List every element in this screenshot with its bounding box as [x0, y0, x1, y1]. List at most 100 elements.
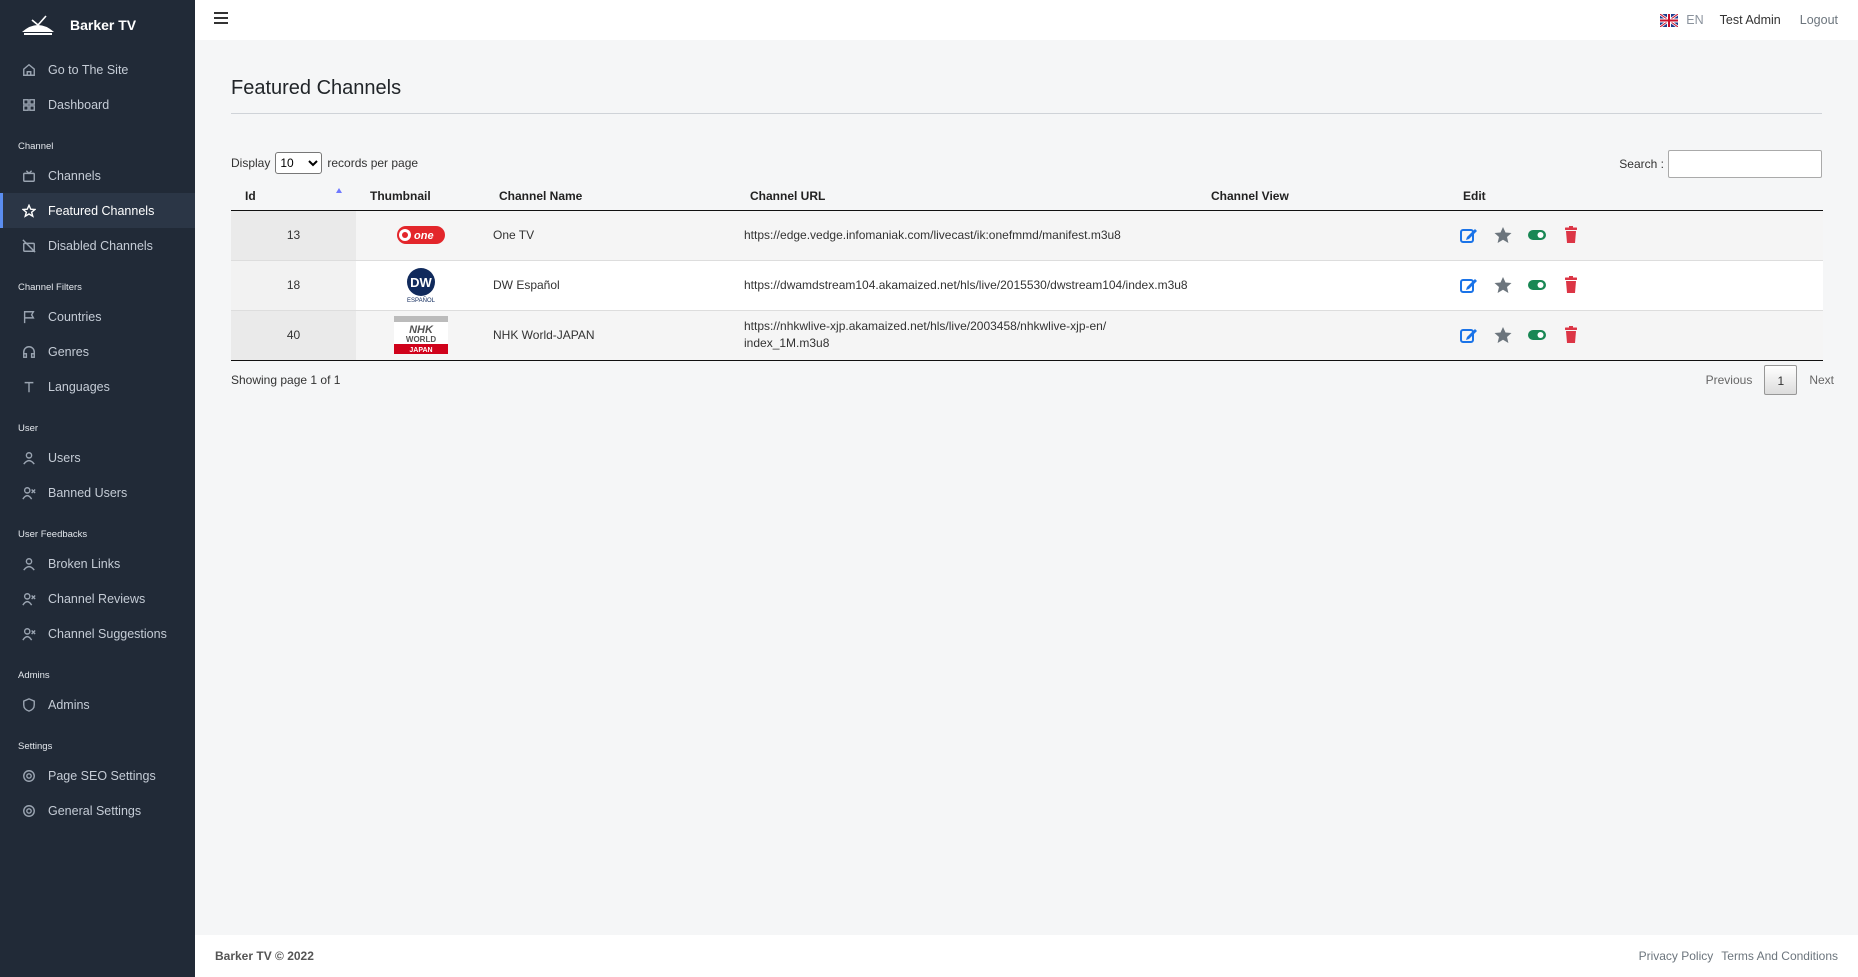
sidebar-item-label: Disabled Channels: [48, 238, 153, 253]
barker-tv-logo-icon: [22, 15, 54, 35]
cell-channel-name: NHK World-JAPAN: [485, 310, 736, 361]
column-header-channel-url[interactable]: Channel URL: [736, 182, 1197, 211]
column-header-edit[interactable]: Edit: [1449, 182, 1823, 211]
sidebar-item-users[interactable]: Users: [0, 440, 195, 475]
trash-icon[interactable]: [1561, 226, 1581, 244]
edit-icon[interactable]: [1459, 276, 1479, 294]
sidebar-item-banned-users[interactable]: Banned Users: [0, 475, 195, 510]
column-header-thumbnail[interactable]: Thumbnail: [356, 182, 485, 211]
dw-logo-subtext: ESPAÑOL: [407, 297, 436, 304]
cell-edit: [1449, 210, 1823, 261]
search-box: Search :: [1619, 150, 1822, 178]
sidebar-item-label: Broken Links: [48, 556, 121, 571]
privacy-policy-link[interactable]: Privacy Policy: [1639, 949, 1714, 963]
sidebar-item-label: Channels: [48, 168, 101, 183]
edit-icon[interactable]: [1459, 226, 1479, 244]
sidebar-item-admins[interactable]: Admins: [0, 687, 195, 722]
brand-name: Barker TV: [70, 17, 137, 33]
sidebar-item-countries[interactable]: Countries: [0, 299, 195, 334]
sidebar-item-genres[interactable]: Genres: [0, 334, 195, 369]
sidebar-item-channel-reviews[interactable]: Channel Reviews: [0, 581, 195, 616]
page-size-select[interactable]: 102550100: [275, 152, 323, 174]
edit-icon[interactable]: [1459, 326, 1479, 344]
cell-thumbnail: one: [356, 210, 485, 261]
sidebar-section-title: Settings: [18, 741, 53, 752]
toggle-on-icon[interactable]: [1527, 276, 1547, 294]
uk-flag-icon[interactable]: [1660, 13, 1679, 27]
sidebar-item-dashboard[interactable]: Dashboard: [0, 87, 195, 122]
headphones-icon: [23, 345, 35, 358]
table-row: 40 NHK WORLD JAPAN NHK World-JAPAN https…: [231, 310, 1823, 361]
cell-channel-view: [1197, 260, 1449, 311]
trash-icon[interactable]: [1561, 276, 1581, 294]
search-input[interactable]: [1668, 150, 1822, 178]
user-x-icon: [22, 592, 36, 606]
sidebar-item-label: Admins: [48, 697, 90, 712]
topbar-right: EN Test Admin Logout: [1660, 0, 1838, 40]
sidebar-item-general-settings[interactable]: General Settings: [0, 793, 195, 828]
user-icon: [23, 451, 35, 465]
trash-icon[interactable]: [1561, 326, 1581, 344]
cell-channel-view: [1197, 310, 1449, 361]
previous-page-button[interactable]: Previous: [1694, 365, 1765, 395]
sidebar-section-title: Channel Filters: [18, 282, 82, 293]
one-tv-logo-icon: one: [396, 226, 445, 244]
sidebar-item-label: Languages: [48, 379, 110, 394]
sidebar-item-page-seo-settings[interactable]: Page SEO Settings: [0, 758, 195, 793]
sidebar-item-channel-suggestions[interactable]: Channel Suggestions: [0, 616, 195, 651]
sidebar-item-go-to-site[interactable]: Go to The Site: [0, 52, 195, 87]
sidebar-section-title: Admins: [18, 670, 50, 681]
sidebar-item-channels[interactable]: Channels: [0, 158, 195, 193]
star-icon[interactable]: [1493, 276, 1513, 294]
main-content: Featured Channels Display 102550100 reco…: [195, 40, 1858, 935]
user-x-icon: [22, 627, 36, 641]
one-tv-logo-text: one: [414, 230, 434, 242]
nhk-world-logo-icon: NHK WORLD JAPAN: [393, 316, 448, 354]
sidebar-item-label: Dashboard: [48, 97, 110, 112]
star-icon[interactable]: [1493, 226, 1513, 244]
page-1-button[interactable]: 1: [1764, 365, 1798, 395]
toggle-on-icon[interactable]: [1527, 326, 1547, 344]
cell-id: 40: [231, 310, 356, 361]
table-row: 13 one One TV https://edge.vedge.infoman…: [231, 210, 1823, 261]
sidebar-item-broken-links[interactable]: Broken Links: [0, 546, 195, 581]
sidebar-item-label: Channel Suggestions: [48, 626, 167, 641]
cell-id: 18: [231, 260, 356, 311]
dw-logo-icon: DW ESPAÑOL: [406, 268, 436, 304]
cell-channel-url: https://nhkwlive-xjp.akamaized.net/hls/l…: [736, 310, 1197, 361]
footer-links: Privacy Policy Terms And Conditions: [1639, 949, 1838, 963]
language-selector[interactable]: EN: [1686, 13, 1703, 27]
table-info: Showing page 1 of 1: [231, 373, 341, 387]
toggle-on-icon[interactable]: [1527, 226, 1547, 244]
tv-icon: [23, 169, 35, 182]
sidebar-item-label: Users: [48, 450, 81, 465]
hamburger-menu-icon[interactable]: [214, 12, 228, 24]
text-icon: [24, 381, 34, 392]
terms-link[interactable]: Terms And Conditions: [1721, 949, 1838, 963]
gear-icon: [23, 769, 35, 782]
column-header-channel-name[interactable]: Channel Name: [485, 182, 736, 211]
nhk-world-text: WORLD: [405, 335, 435, 344]
sidebar-section-title: User Feedbacks: [18, 529, 88, 540]
brand[interactable]: Barker TV: [0, 0, 195, 50]
user-icon: [23, 557, 35, 571]
next-page-button[interactable]: Next: [1797, 365, 1846, 395]
column-header-id[interactable]: Id: [231, 182, 356, 211]
shield-icon: [23, 697, 35, 712]
records-per-page: Display 102550100 records per page: [231, 152, 418, 174]
sidebar-item-featured-channels[interactable]: Featured Channels: [0, 193, 195, 228]
sidebar-item-disabled-channels[interactable]: Disabled Channels: [0, 228, 195, 263]
table-row: 18 DW ESPAÑOL DW Español https://dwamdst…: [231, 260, 1823, 311]
sidebar-item-languages[interactable]: Languages: [0, 369, 195, 404]
cell-thumbnail: DW ESPAÑOL: [356, 260, 485, 311]
nhk-japan-text: JAPAN: [409, 347, 432, 354]
cell-channel-url: https://dwamdstream104.akamaized.net/hls…: [736, 260, 1197, 311]
sidebar-item-label: Page SEO Settings: [48, 768, 156, 783]
star-icon[interactable]: [1493, 326, 1513, 344]
cell-channel-name: One TV: [485, 210, 736, 261]
column-header-channel-view[interactable]: Channel View: [1197, 182, 1449, 211]
user-name[interactable]: Test Admin: [1720, 13, 1781, 27]
logout-link[interactable]: Logout: [1800, 13, 1838, 27]
dw-logo-text: DW: [410, 275, 432, 290]
sidebar-item-label: Banned Users: [48, 485, 128, 500]
